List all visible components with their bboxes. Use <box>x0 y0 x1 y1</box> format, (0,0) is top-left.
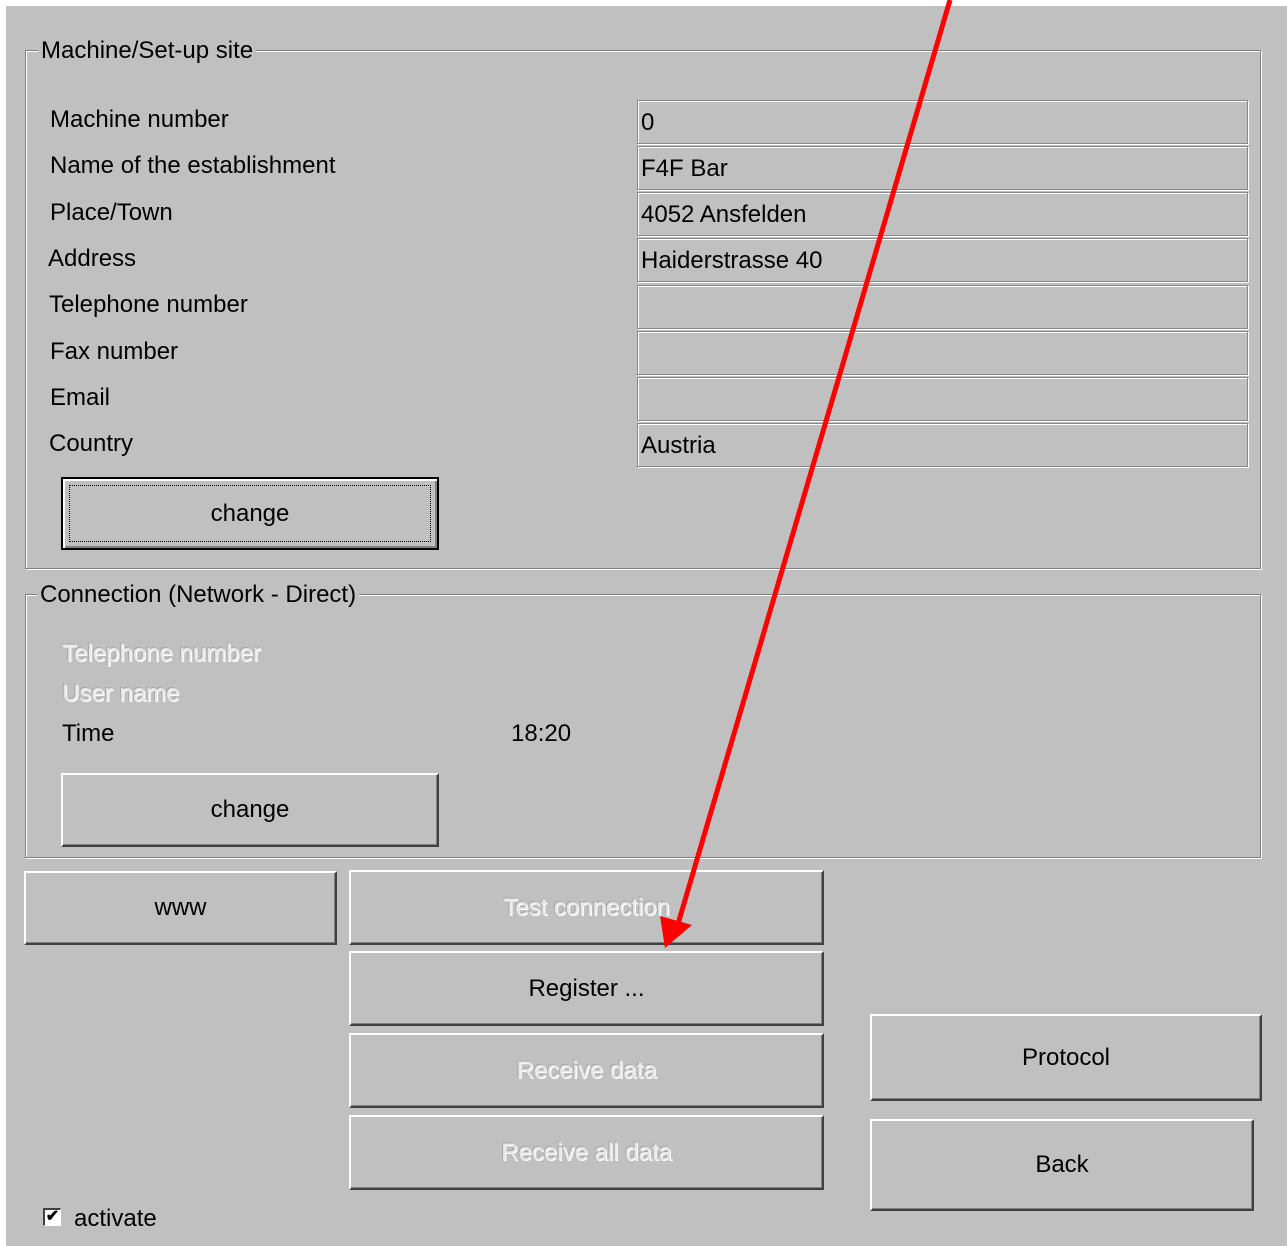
protocol-label: Protocol <box>1021 1043 1111 1071</box>
connection-change-label: change <box>210 796 290 823</box>
fax-number-field[interactable] <box>637 331 1248 375</box>
machine-change-button[interactable]: change <box>61 477 439 550</box>
label-address: Address <box>48 245 137 272</box>
receive-data-button[interactable]: Receive data <box>349 1033 824 1108</box>
window-left-edge <box>0 6 6 1246</box>
back-button[interactable]: Back <box>870 1119 1254 1211</box>
www-button[interactable]: www <box>24 871 337 945</box>
machine-number-field[interactable]: 0 <box>637 100 1248 144</box>
label-time: Time <box>62 720 115 747</box>
label-establishment-name: Name of the establishment <box>50 152 336 179</box>
label-user-name: User name <box>62 680 180 707</box>
telephone-number-field[interactable] <box>637 285 1248 329</box>
activate-label: activate <box>74 1205 157 1232</box>
label-email: Email <box>50 384 111 411</box>
test-connection-label: Test connection <box>503 893 670 921</box>
label-country: Country <box>49 430 134 457</box>
receive-data-label: Receive data <box>516 1056 657 1084</box>
time-value: 18:20 <box>511 720 572 747</box>
email-field[interactable] <box>637 377 1248 421</box>
receive-all-data-label: Receive all data <box>501 1138 672 1166</box>
place-town-field[interactable]: 4052 Ansfelden <box>637 192 1248 236</box>
test-connection-button[interactable]: Test connection <box>349 870 824 945</box>
protocol-button[interactable]: Protocol <box>870 1014 1262 1101</box>
back-label: Back <box>1035 1151 1089 1178</box>
www-label: www <box>154 894 207 921</box>
receive-all-data-button[interactable]: Receive all data <box>349 1115 824 1190</box>
register-label: Register ... <box>528 974 645 1002</box>
window-top-edge <box>0 0 1287 6</box>
label-place-town: Place/Town <box>50 199 173 226</box>
establishment-name-field[interactable]: F4F Bar <box>637 146 1248 190</box>
address-field[interactable]: Haiderstrasse 40 <box>637 238 1248 282</box>
focus-ring <box>69 485 431 542</box>
connection-legend: Connection (Network - Direct) <box>37 582 360 608</box>
country-field[interactable]: Austria <box>637 423 1248 467</box>
connection-change-button[interactable]: change <box>61 773 439 847</box>
label-fax-number: Fax number <box>50 338 179 365</box>
check-mark-icon: ✔ <box>45 1208 60 1225</box>
label-machine-number: Machine number <box>50 106 229 133</box>
label-connection-telephone: Telephone number <box>62 640 261 667</box>
machine-setup-legend: Machine/Set-up site <box>38 38 257 64</box>
label-telephone-number: Telephone number <box>49 291 248 318</box>
activate-checkbox[interactable]: ✔ <box>43 1208 61 1226</box>
register-button[interactable]: Register ... <box>349 951 824 1026</box>
